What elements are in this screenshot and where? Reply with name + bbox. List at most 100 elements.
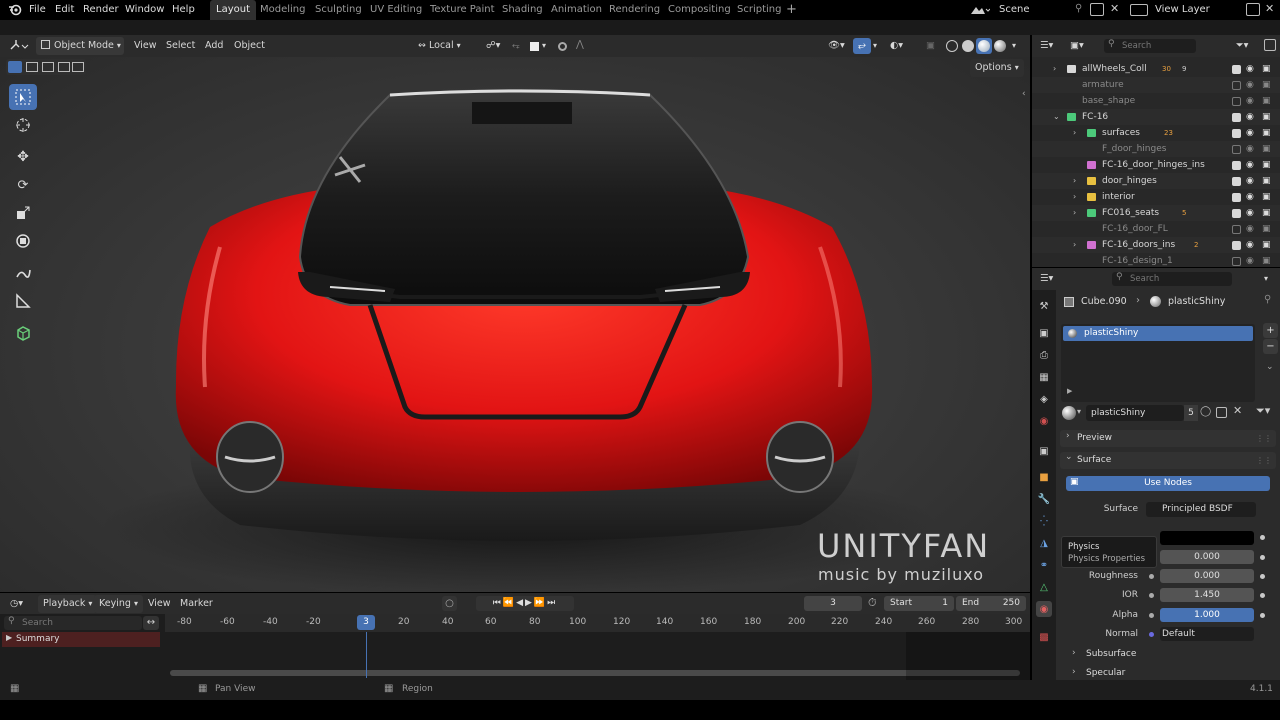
exclude-checkbox[interactable] [1232, 177, 1241, 186]
shading-rendered-icon[interactable] [994, 40, 1006, 52]
menu-help[interactable]: Help [172, 0, 195, 20]
fake-user-icon[interactable]: ◯ [1200, 406, 1211, 417]
transform-orientation-dropdown[interactable]: ↭ Local ▾ [418, 37, 461, 55]
new-collection-icon[interactable] [1264, 39, 1276, 51]
exclude-checkbox[interactable] [1232, 257, 1241, 266]
properties-editor-icon[interactable]: ☰▾ [1040, 270, 1053, 288]
use-nodes-button[interactable]: ▣ Use Nodes [1066, 476, 1270, 491]
tab-layout[interactable]: Layout [210, 0, 256, 20]
editor-type-icon[interactable] [8, 37, 30, 55]
tab-compositing[interactable]: Compositing [662, 0, 737, 20]
jump-key-back-icon[interactable]: ⏪ [503, 598, 516, 608]
particles-tab-icon[interactable]: ⁛ [1036, 513, 1052, 529]
scale-tool[interactable] [9, 200, 37, 226]
tab-texture-paint[interactable]: Texture Paint [424, 0, 501, 20]
expand-arrow-icon[interactable]: › [1072, 648, 1076, 658]
modifier-tab-icon[interactable]: 🔧 [1036, 491, 1052, 507]
camera-icon[interactable]: ▣ [1262, 157, 1271, 173]
timeline-view-menu[interactable]: View [148, 595, 171, 613]
gizmo-toggle-icon[interactable]: ⥂ [853, 38, 871, 54]
outliner-row[interactable]: FC-16_door_hinges_ins ◉ ▣ [1032, 157, 1280, 173]
add-slot-button[interactable]: + [1263, 323, 1278, 338]
filter-icon[interactable]: ⏷▾ [1236, 37, 1248, 55]
expand-arrow-icon[interactable]: › [1073, 189, 1076, 205]
menu-file[interactable]: File [29, 0, 46, 20]
record-icon[interactable]: ○ [442, 596, 457, 611]
exclude-checkbox[interactable] [1232, 209, 1241, 218]
exclude-checkbox[interactable] [1232, 145, 1241, 154]
shading-wireframe-icon[interactable] [946, 40, 958, 52]
menu-window[interactable]: Window [125, 0, 164, 20]
exclude-checkbox[interactable] [1232, 97, 1241, 106]
outliner-row[interactable]: armature ◉ ▣ [1032, 77, 1280, 93]
camera-icon[interactable]: ▣ [1262, 253, 1271, 267]
data-tab-icon[interactable]: △ [1036, 579, 1052, 595]
eye-icon[interactable]: ◉ [1246, 157, 1254, 173]
add-workspace-button[interactable]: + [780, 0, 803, 20]
menu-view[interactable]: View [134, 37, 157, 55]
keyframe-dot-icon[interactable] [1260, 593, 1265, 598]
material-tab-icon[interactable]: ◉ [1036, 601, 1052, 617]
snap-target-icon[interactable] [530, 42, 539, 51]
eye-icon[interactable]: ◉ [1246, 109, 1254, 125]
falloff-icon[interactable]: ⋀ [576, 36, 584, 54]
properties-options-icon[interactable]: ▾ [1264, 270, 1268, 288]
annotate-tool[interactable] [9, 260, 37, 286]
texture-tab-icon[interactable]: ▩ [1036, 629, 1052, 645]
end-frame-field[interactable]: End 250 [956, 596, 1026, 611]
panel-drag-icon[interactable]: ⋮⋮ [1256, 430, 1272, 447]
exclude-checkbox[interactable] [1232, 113, 1241, 122]
outliner-row[interactable]: F_door_hinges ◉ ▣ [1032, 141, 1280, 157]
select-box-tool[interactable] [9, 84, 37, 110]
camera-icon[interactable]: ▣ [1262, 109, 1271, 125]
menu-edit[interactable]: Edit [55, 0, 74, 20]
current-frame-field[interactable]: 3 [804, 596, 862, 611]
base-color-field[interactable] [1160, 531, 1254, 545]
view-layer-tab-icon[interactable]: ▦ [1036, 369, 1052, 385]
panel-drag-icon[interactable]: ⋮⋮ [1256, 452, 1272, 469]
exclude-checkbox[interactable] [1232, 65, 1241, 74]
eye-icon[interactable]: ◉ [1246, 253, 1254, 267]
timeline-search[interactable]: ⚲ Search [4, 616, 142, 630]
outliner-row[interactable]: FC-16_design_1 ◉ ▣ [1032, 253, 1280, 267]
physics-tab-icon[interactable]: ◮ [1036, 535, 1052, 551]
pin-icon[interactable]: ⚲ [1264, 294, 1271, 305]
keyframe-dot-icon[interactable] [1260, 613, 1265, 618]
properties-search[interactable]: ⚲ Search [1112, 272, 1232, 286]
constraints-tab-icon[interactable]: ⚭ [1036, 557, 1052, 573]
material-slot-list[interactable]: plasticShiny ▶ [1061, 324, 1255, 402]
roughness-socket-icon[interactable] [1149, 574, 1154, 579]
eye-icon[interactable]: ◉ [1246, 205, 1254, 221]
visibility-icon[interactable]: 👁▾ [828, 37, 845, 55]
shading-solid-icon[interactable] [962, 40, 974, 52]
delete-scene-icon[interactable]: ✕ [1110, 2, 1119, 15]
menu-object[interactable]: Object [234, 37, 265, 55]
camera-icon[interactable]: ▣ [1262, 93, 1271, 109]
metallic-field[interactable]: 0.000 [1160, 550, 1254, 564]
eye-icon[interactable]: ◉ [1246, 77, 1254, 93]
eye-icon[interactable]: ◉ [1246, 237, 1254, 253]
remove-slot-button[interactable]: − [1263, 339, 1278, 354]
expand-arrow-down-icon[interactable]: ⌄ [1053, 109, 1060, 125]
ior-field[interactable]: 1.450 [1160, 588, 1254, 602]
display-mode-icon[interactable]: ▣▾ [1070, 37, 1084, 55]
unlink-material-icon[interactable]: ✕ [1233, 404, 1242, 417]
menu-add[interactable]: Add [205, 37, 223, 55]
exclude-checkbox[interactable] [1232, 81, 1241, 90]
eye-icon[interactable]: ◉ [1246, 189, 1254, 205]
outliner-row[interactable]: ⌄ FC-16 ◉ ▣ [1032, 109, 1280, 125]
breadcrumb-material[interactable]: plasticShiny [1168, 296, 1225, 307]
xray-icon[interactable]: ▣ [926, 37, 935, 55]
swap-icon[interactable]: ↔ [143, 616, 159, 630]
outliner-row[interactable]: › FC016_seats 5 ◉ ▣ [1032, 205, 1280, 221]
tab-sculpting[interactable]: Sculpting [309, 0, 368, 20]
stopwatch-icon[interactable]: ⏱ [868, 596, 877, 610]
scene-name[interactable]: Scene [999, 0, 1030, 20]
normal-field[interactable]: Default [1160, 627, 1254, 641]
breadcrumb-object[interactable]: Cube.090 [1081, 296, 1127, 307]
output-tab-icon[interactable]: ⎙ [1036, 347, 1052, 363]
exclude-checkbox[interactable] [1232, 193, 1241, 202]
expand-arrow-icon[interactable]: › [1072, 667, 1076, 677]
eye-icon[interactable]: ◉ [1246, 173, 1254, 189]
blender-logo-icon[interactable] [8, 3, 22, 17]
